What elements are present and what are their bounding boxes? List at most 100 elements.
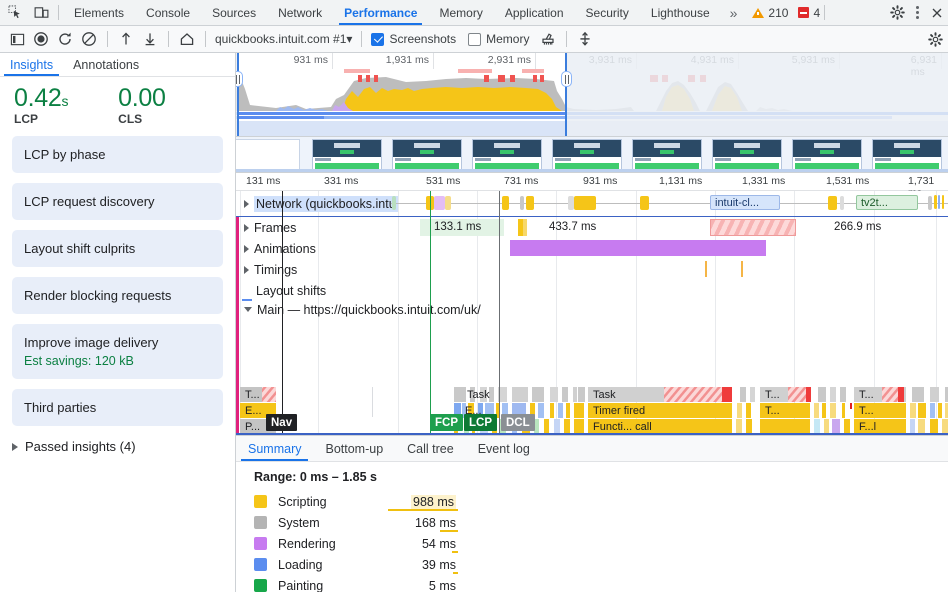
network-request[interactable] [938,195,940,209]
marker-dcl[interactable]: DCL [501,414,535,431]
filmstrip-frame[interactable] [632,139,702,170]
passed-insights-toggle[interactable]: Passed insights (4) [0,436,235,454]
timing-marker[interactable] [705,261,707,277]
track-animations[interactable]: Animations [236,238,948,259]
collect-garbage-icon[interactable] [537,28,559,50]
chevron-right-icon[interactable] [244,223,249,232]
track-network[interactable]: Network (quickbooks.intu intuit-cl... tv… [236,191,948,217]
load-profile-icon[interactable] [115,28,137,50]
frame-dropped[interactable] [710,219,796,236]
timeline-tracks[interactable]: Network (quickbooks.intu intuit-cl... tv… [236,191,948,435]
recording-selector[interactable]: quickbooks.intuit.com #1▾ [213,32,354,46]
flame-label[interactable]: Timer fired [590,403,730,418]
chevron-right-icon[interactable] [244,200,249,208]
animation-block[interactable] [510,240,766,256]
tab-summary[interactable]: Summary [236,436,313,461]
flame-label[interactable]: Task [590,387,660,402]
network-request[interactable] [502,196,509,210]
toggle-sidebar-icon[interactable] [6,28,28,50]
marker-fcp[interactable]: FCP [430,414,463,431]
home-icon[interactable] [176,28,198,50]
flame-label[interactable]: T... [762,403,802,418]
close-icon[interactable] [928,4,946,22]
flame-label[interactable]: P... [242,419,266,434]
save-profile-icon[interactable] [139,28,161,50]
filmstrip[interactable] [236,137,948,173]
flame-chart[interactable]: T... E... P... Task E... R... Task Timer… [240,387,948,435]
chevron-right-icon[interactable] [244,265,249,274]
insight-lcp-by-phase[interactable]: LCP by phase [12,136,223,174]
insight-layout-shift-culprits[interactable]: Layout shift culprits [12,230,223,268]
network-request[interactable] [574,196,596,210]
network-request[interactable] [640,196,649,210]
flame-label[interactable]: T... [762,387,802,402]
network-request[interactable] [928,196,932,210]
network-request[interactable] [520,196,524,210]
filmstrip-frame[interactable] [312,139,382,170]
network-request-labeled[interactable]: intuit-cl... [710,195,780,210]
track-layout-shifts-header[interactable]: Layout shifts [236,280,948,301]
kebab-menu-icon[interactable] [908,4,926,22]
record-icon[interactable] [30,28,52,50]
tab-elements[interactable]: Elements [63,0,135,25]
tab-sources[interactable]: Sources [201,0,267,25]
overview-window-left-handle[interactable] [237,53,239,136]
filmstrip-frame[interactable] [712,139,782,170]
flame-label[interactable]: Task [464,387,508,402]
tab-memory[interactable]: Memory [428,0,493,25]
network-request[interactable] [392,196,396,210]
insight-lcp-request-discovery[interactable]: LCP request discovery [12,183,223,221]
tab-insights[interactable]: Insights [0,53,63,76]
filmstrip-frame[interactable] [872,139,942,170]
filmstrip-frame[interactable] [236,139,300,170]
insight-render-blocking-requests[interactable]: Render blocking requests [12,277,223,315]
timeline-overview[interactable]: 931 ms 1,931 ms 2,931 ms 3,931 ms 4,931 … [236,53,948,137]
filmstrip-frame[interactable] [472,139,542,170]
tab-application[interactable]: Application [494,0,575,25]
flame-label[interactable]: Functi... call [590,419,730,434]
track-frames[interactable]: Frames 133.1 ms 433.7 ms 266.9 ms [236,217,948,238]
insight-improve-image-delivery[interactable]: Improve image delivery Est savings: 120 … [12,324,223,380]
legend-row-painting[interactable]: Painting 5 ms [250,575,948,592]
track-timings[interactable]: Timings [236,259,948,280]
flame-label[interactable]: T... [856,403,896,418]
memory-checkbox[interactable]: Memory [466,32,529,46]
network-request[interactable] [840,196,844,210]
flame-label[interactable]: T... [242,387,266,402]
overview-window-right-handle[interactable] [565,53,567,136]
network-request-labeled[interactable]: tv2t... [856,195,918,210]
frame-block[interactable] [523,219,527,236]
insight-third-parties[interactable]: Third parties [12,389,223,427]
flame-label[interactable]: F...l [856,419,896,434]
tab-annotations[interactable]: Annotations [63,53,149,76]
legend-row-rendering[interactable]: Rendering 54 ms [250,533,948,554]
tab-call-tree[interactable]: Call tree [395,436,466,461]
inspect-element-icon[interactable] [6,4,24,22]
network-request[interactable] [526,196,534,210]
warnings-counter[interactable]: 210 [752,6,788,20]
network-request[interactable] [942,195,944,209]
device-toolbar-icon[interactable] [32,4,50,22]
gear-icon[interactable] [888,4,906,22]
tab-console[interactable]: Console [135,0,201,25]
timing-marker[interactable] [741,261,743,277]
legend-row-scripting[interactable]: Scripting 988 ms [250,491,948,512]
track-main[interactable]: Main — https://quickbooks.intuit.com/uk/ [236,299,948,318]
screenshots-checkbox[interactable]: Screenshots [369,32,456,46]
track-main-header[interactable]: Main — https://quickbooks.intuit.com/uk/ [236,301,948,318]
filmstrip-frame[interactable] [552,139,622,170]
network-request[interactable] [434,196,445,210]
more-tabs-icon[interactable]: » [721,0,747,25]
tab-event-log[interactable]: Event log [466,436,542,461]
flame-label[interactable]: E... [242,403,266,418]
clear-icon[interactable] [78,28,100,50]
legend-row-loading[interactable]: Loading 39 ms [250,554,948,575]
legend-row-system[interactable]: System 168 ms [250,512,948,533]
network-request[interactable] [445,196,451,210]
overview-window-left-grip[interactable] [236,71,243,87]
tab-network[interactable]: Network [267,0,333,25]
chevron-right-icon[interactable] [244,244,249,253]
track-timings-header[interactable]: Timings [236,259,948,280]
capture-settings-icon[interactable] [574,28,596,50]
chevron-down-icon[interactable] [244,307,252,312]
